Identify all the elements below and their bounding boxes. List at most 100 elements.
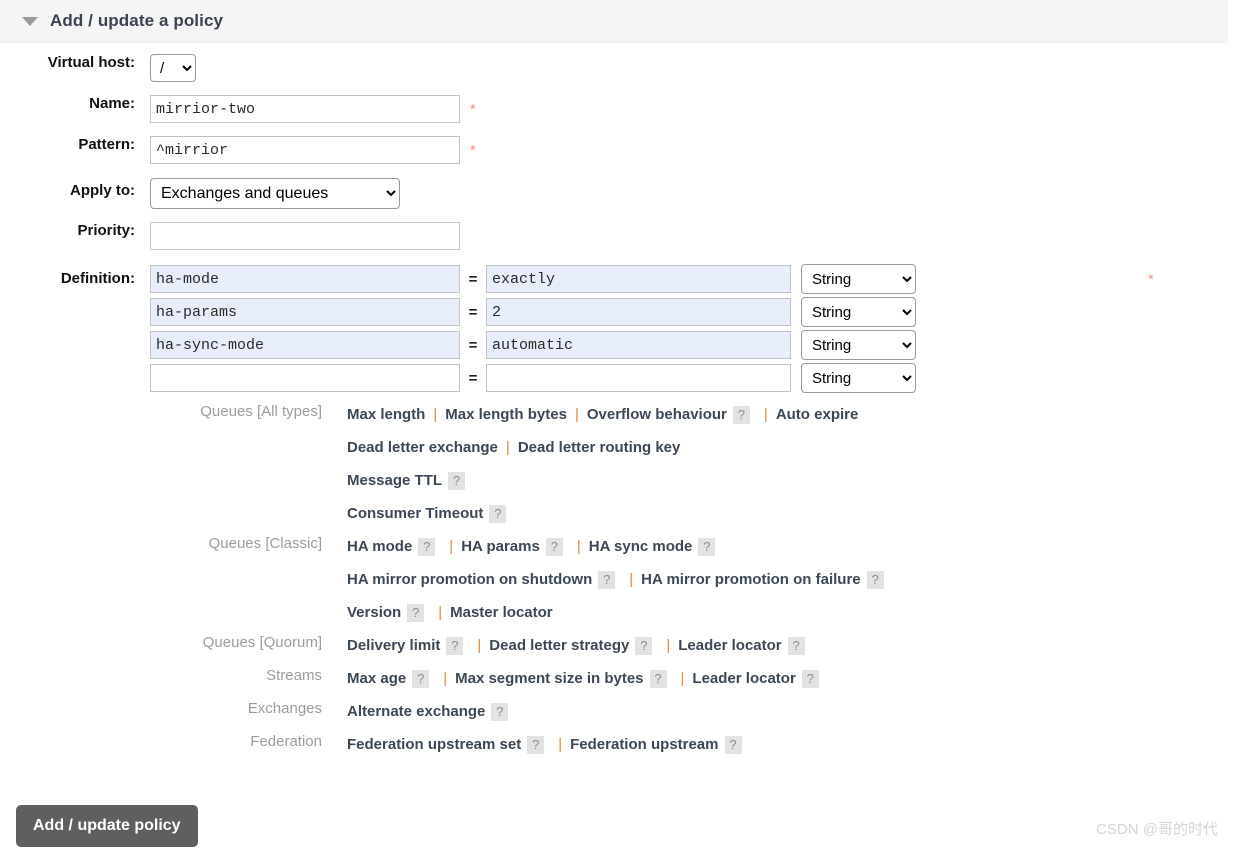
help-icon[interactable]: ? <box>802 670 819 688</box>
separator: | <box>681 670 685 687</box>
help-icon[interactable]: ? <box>867 571 884 589</box>
param-link[interactable]: Dead letter exchange <box>347 439 498 456</box>
help-icon[interactable]: ? <box>489 505 506 523</box>
priority-label: Priority: <box>0 222 135 239</box>
param-category-label: Queues [All types] <box>0 398 322 420</box>
definition-type-select[interactable]: String <box>801 330 916 360</box>
definition-type-select[interactable]: String <box>801 264 916 294</box>
definition-key-input[interactable] <box>150 298 460 326</box>
definition-key-input[interactable] <box>150 331 460 359</box>
vhost-field-wrap: / <box>150 54 196 82</box>
definition-value-input[interactable] <box>486 298 791 326</box>
definition-equals-sign: = <box>460 370 486 387</box>
name-label: Name: <box>0 95 135 112</box>
param-link[interactable]: HA sync mode <box>589 538 693 555</box>
separator: | <box>443 670 447 687</box>
help-icon[interactable]: ? <box>598 571 615 589</box>
definition-value-input[interactable] <box>486 364 791 392</box>
definition-field-wrap: =String=String=String=String * <box>150 264 1154 396</box>
param-link[interactable]: Leader locator <box>692 670 795 687</box>
help-icon[interactable]: ? <box>725 736 742 754</box>
pattern-required-marker: * <box>470 143 476 158</box>
definition-type-select[interactable]: String <box>801 297 916 327</box>
param-line: Message TTL? <box>347 464 858 497</box>
param-link[interactable]: HA mode <box>347 538 412 555</box>
help-icon[interactable]: ? <box>491 703 508 721</box>
param-link[interactable]: HA mirror promotion on failure <box>641 571 860 588</box>
definition-equals-sign: = <box>460 304 486 321</box>
definition-row: =String <box>150 330 916 360</box>
param-line: Max age? | Max segment size in bytes? | Lead… <box>347 662 825 695</box>
param-link-list: Alternate exchange? <box>347 695 514 728</box>
param-category-label: Federation <box>0 728 322 750</box>
priority-field-wrap <box>150 222 460 250</box>
help-icon[interactable]: ? <box>733 406 750 424</box>
triangle-down-icon[interactable] <box>22 17 38 26</box>
param-link[interactable]: Message TTL <box>347 472 442 489</box>
separator: | <box>438 604 442 621</box>
section-header[interactable]: Add / update a policy <box>0 0 1228 43</box>
param-link[interactable]: Max length bytes <box>445 406 567 423</box>
separator: | <box>577 538 581 555</box>
param-link[interactable]: Max segment size in bytes <box>455 670 643 687</box>
definition-label: Definition: <box>0 264 135 287</box>
param-link[interactable]: Overflow behaviour <box>587 406 727 423</box>
param-link[interactable]: Dead letter routing key <box>518 439 681 456</box>
separator: | <box>575 406 579 423</box>
definition-key-input[interactable] <box>150 364 460 392</box>
param-line: Alternate exchange? <box>347 695 514 728</box>
param-link[interactable]: Federation upstream set <box>347 736 521 753</box>
param-link[interactable]: Auto expire <box>776 406 859 423</box>
param-link[interactable]: Max length <box>347 406 425 423</box>
param-link[interactable]: Leader locator <box>678 637 781 654</box>
param-line: Consumer Timeout? <box>347 497 858 530</box>
param-link[interactable]: Consumer Timeout <box>347 505 483 522</box>
name-input[interactable] <box>150 95 460 123</box>
watermark: CSDN @哥的时代 <box>1096 818 1218 839</box>
param-link[interactable]: Max age <box>347 670 406 687</box>
param-link[interactable]: Federation upstream <box>570 736 718 753</box>
form-row-priority: Priority: <box>0 222 1236 250</box>
param-line: Max length | Max length bytes | Overflow beh… <box>347 398 858 431</box>
definition-type-select[interactable]: String <box>801 363 916 393</box>
param-link[interactable]: Master locator <box>450 604 553 621</box>
priority-input[interactable] <box>150 222 460 250</box>
help-icon[interactable]: ? <box>412 670 429 688</box>
definition-key-input[interactable] <box>150 265 460 293</box>
help-icon[interactable]: ? <box>698 538 715 556</box>
param-link[interactable]: HA mirror promotion on shutdown <box>347 571 592 588</box>
param-line: Dead letter exchange|Dead letter routing… <box>347 431 858 464</box>
vhost-select[interactable]: / <box>150 54 196 82</box>
help-icon[interactable]: ? <box>407 604 424 622</box>
param-link[interactable]: HA params <box>461 538 540 555</box>
help-icon[interactable]: ? <box>546 538 563 556</box>
definition-row: = String <box>150 363 916 393</box>
help-icon[interactable]: ? <box>448 472 465 490</box>
help-icon[interactable]: ? <box>635 637 652 655</box>
definition-rows: =String=String=String=String <box>150 264 916 396</box>
param-link[interactable]: Version <box>347 604 401 621</box>
param-category-label: Streams <box>0 662 322 684</box>
help-icon[interactable]: ? <box>418 538 435 556</box>
param-link[interactable]: Delivery limit <box>347 637 440 654</box>
definition-value-input[interactable] <box>486 265 791 293</box>
pattern-input[interactable] <box>150 136 460 164</box>
add-update-policy-button[interactable]: Add / update policy <box>16 805 198 847</box>
param-category-label: Queues [Classic] <box>0 530 322 552</box>
param-link-list: Delivery limit?|Dead letter strategy?|Le… <box>347 629 811 662</box>
param-group: Queues [Classic] HA mode? | HA params? | HA s… <box>0 530 1236 629</box>
help-icon[interactable]: ? <box>446 637 463 655</box>
help-icon[interactable]: ? <box>788 637 805 655</box>
pattern-field-wrap: * <box>150 136 476 164</box>
name-field-wrap: * <box>150 95 476 123</box>
param-group: ExchangesAlternate exchange? <box>0 695 1236 728</box>
separator: | <box>433 406 437 423</box>
separator: | <box>764 406 768 423</box>
param-link[interactable]: Alternate exchange <box>347 703 485 720</box>
help-icon[interactable]: ? <box>650 670 667 688</box>
param-line: HA mode?|HA params?|HA sync mode? <box>347 530 890 563</box>
param-link[interactable]: Dead letter strategy <box>489 637 629 654</box>
apply-to-select[interactable]: Exchanges and queues <box>150 178 400 209</box>
help-icon[interactable]: ? <box>527 736 544 754</box>
definition-value-input[interactable] <box>486 331 791 359</box>
